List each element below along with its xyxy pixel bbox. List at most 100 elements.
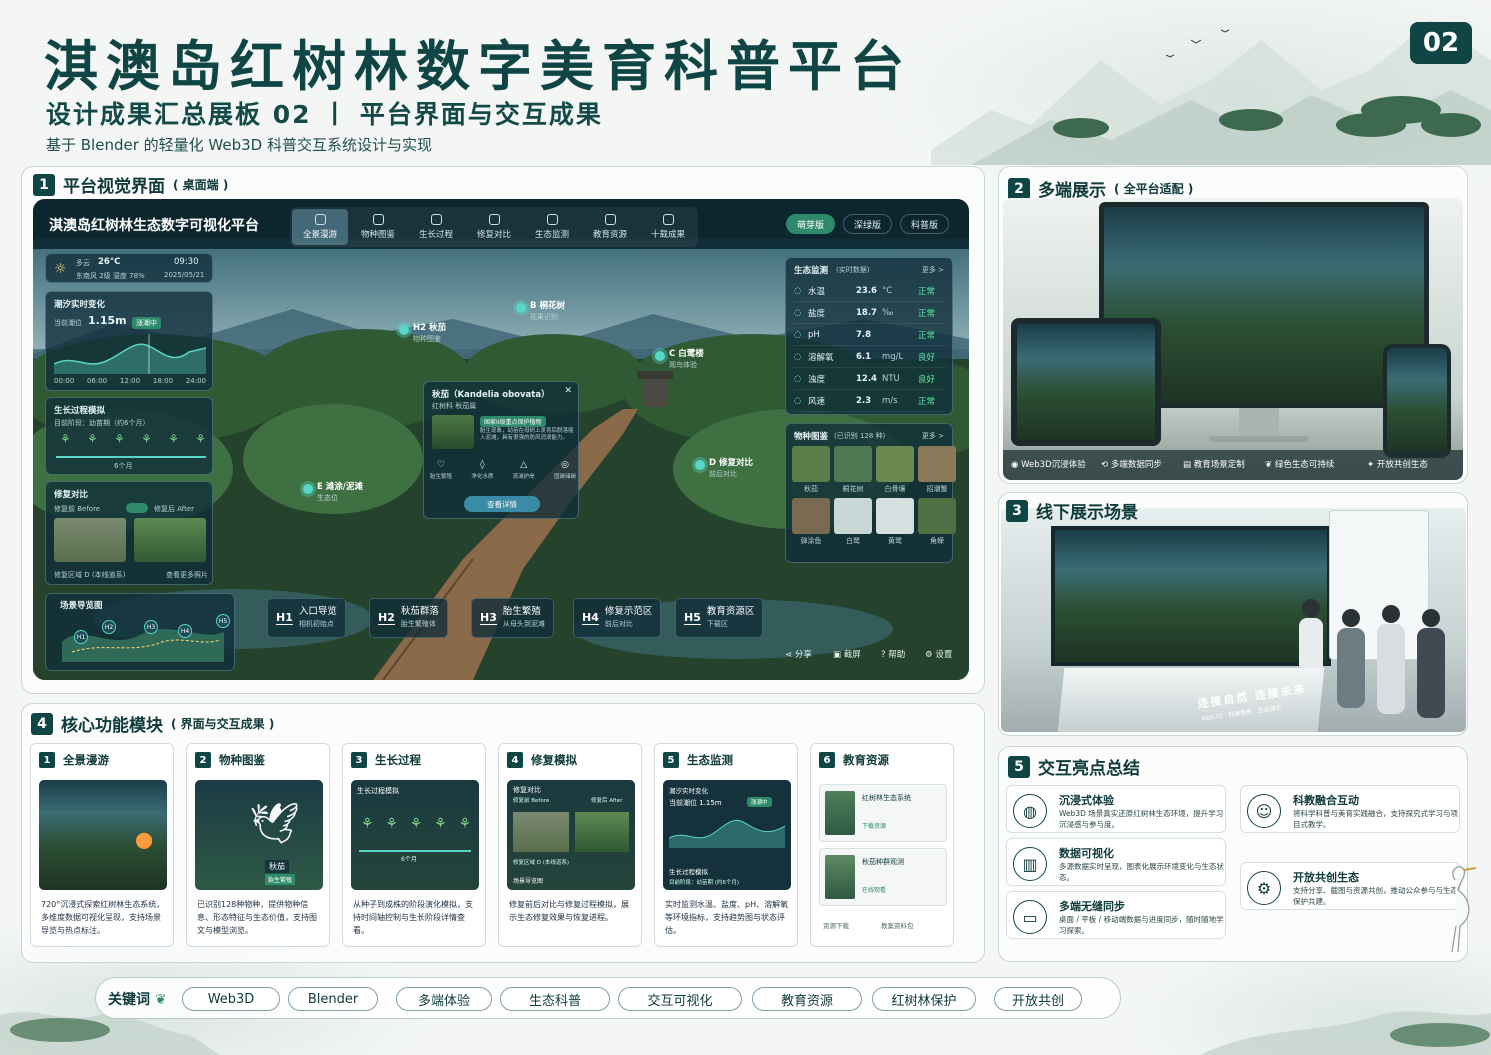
- species-thumb[interactable]: 角蝾: [918, 498, 956, 546]
- highlight-dataviz: ▥ 数据可视化 多源数据实时呈现，图表化展示环境变化与生态状态。: [1006, 838, 1226, 886]
- module-card-panorama[interactable]: 1 全景漫游 ⬤ 720°沉浸式探索红树林生态系统，多维度数据可视化呈现，支持场景…: [30, 743, 174, 947]
- keyword-multi-device[interactable]: 多端体验: [396, 987, 492, 1011]
- keyword-edu-resources[interactable]: 教育资源: [752, 987, 862, 1011]
- restore-more-button[interactable]: 查看更多照片: [166, 570, 208, 580]
- share-icon: ⋖: [785, 650, 795, 660]
- nav-species[interactable]: 物种图鉴: [350, 209, 406, 245]
- species-detail-button[interactable]: 查看详情: [464, 496, 540, 512]
- main-nav: 全景漫游 物种图鉴 生长过程 修复对比 生态监测 教育资源 十载成果: [290, 207, 698, 247]
- nav-achievements[interactable]: 十载成果: [640, 209, 696, 245]
- edu-item-2: 秋茄种群观测: [862, 858, 904, 866]
- hnav-h4[interactable]: H4 修复示范区 前后对比: [573, 598, 662, 638]
- hnav-h1[interactable]: H1 入口导览 相机初始点: [267, 598, 346, 638]
- share-button[interactable]: ⋖ 分享: [785, 648, 812, 660]
- highlight-science-edu: ☺ 科教融合互动 将科学科普与美育实践融合，支持探究式学习与项目式教学。: [1240, 785, 1460, 833]
- tide-title: 潮汐实时变化: [54, 300, 106, 310]
- hotspot-e[interactable]: E 滩涂/泥滩 生态位: [303, 482, 363, 504]
- monitor-rows: ◌ 水温 23.6 °C 正常 ◌ 盐度 18.7 ‰ 正常 ◌ pH 7.8 正常 ◌ 溶解氧 6.1 mg/L…: [794, 280, 946, 412]
- species-thumb[interactable]: 白鹭: [834, 498, 872, 546]
- gear-icon: ⚙: [1247, 871, 1281, 905]
- module-species-name: 秋茄: [265, 860, 289, 873]
- hotspot-c[interactable]: C 白鹭楼 观鸟体验: [655, 349, 704, 371]
- phone-device: [1383, 344, 1451, 458]
- monitor-row: ◌ 风速 2.3 m/s 正常: [794, 390, 946, 412]
- keyword-interactive-viz[interactable]: 交互可视化: [618, 987, 742, 1011]
- monitor-more-link[interactable]: 更多 >: [922, 265, 944, 275]
- species-more-link[interactable]: 更多 >: [922, 431, 944, 441]
- restore-after-label: 修复后 After: [154, 505, 195, 513]
- map-point-h4[interactable]: H4: [178, 624, 192, 638]
- map-point-h3[interactable]: H3: [144, 620, 158, 634]
- keyword-eco-science[interactable]: 生态科普: [500, 987, 610, 1011]
- tablet-device: [1011, 318, 1161, 446]
- nav-growth[interactable]: 生长过程: [408, 209, 464, 245]
- keyword-blender[interactable]: Blender: [288, 987, 378, 1011]
- module-restore-area: 修复区域 D (本线道系): [513, 860, 570, 866]
- hotspot-b[interactable]: B 桐花树 花果识别: [516, 301, 565, 323]
- settings-button[interactable]: ⚙ 设置: [925, 648, 952, 660]
- edu-download-1[interactable]: 下载资源: [862, 821, 886, 830]
- bar-chart-icon: ▥: [1013, 847, 1047, 881]
- leaf-icon: ❦: [1265, 460, 1275, 470]
- hnav-h5[interactable]: H5 教育资源区 下载区: [675, 598, 764, 638]
- feature-web3d: ◉ Web3D沉浸体验: [1011, 460, 1086, 470]
- growth-timeline[interactable]: [56, 456, 206, 458]
- species-thumb[interactable]: 弹涂鱼: [792, 498, 830, 546]
- module-card-growth[interactable]: 3 生长过程 生长过程模拟 ⚘ ⚘ ⚘ ⚘ ⚘ 6个月 从种子到成株的阶段演化模拟，支持时…: [342, 743, 486, 947]
- mode-science[interactable]: 科普版: [899, 214, 949, 234]
- egret-illustration: [1451, 866, 1477, 953]
- species-photo: [918, 446, 956, 482]
- map-point-h2[interactable]: H2: [102, 620, 116, 634]
- screenshot-button[interactable]: ▣ 截屏: [833, 648, 861, 660]
- edu-bottom-1[interactable]: 资源下载: [823, 920, 849, 930]
- nav-panorama[interactable]: 全景漫游: [292, 209, 348, 245]
- edu-watch-2[interactable]: 在线观看: [862, 885, 886, 894]
- section-number: 1: [33, 173, 55, 196]
- module-card-species[interactable]: 2 物种图鉴 🕊 秋茄 胎生繁殖 已识别128种物种，提供物种信息、形态特征与生态…: [186, 743, 330, 947]
- edu-resource-1[interactable]: 红树林生态系统 下载资源: [819, 784, 947, 842]
- module-card-education[interactable]: 6 教育资源 红树林生态系统 下载资源 秋茄种群观测 在线观看 资源下载 教案资料…: [810, 743, 954, 947]
- species-thumb[interactable]: 黄鹭: [876, 498, 914, 546]
- help-button[interactable]: ? 帮助: [881, 648, 905, 660]
- hotspot-h2[interactable]: H2 秋茄 物种图鉴: [399, 323, 446, 345]
- species-thumb[interactable]: 桐花树: [834, 446, 872, 494]
- close-icon[interactable]: ✕: [564, 386, 572, 396]
- keyword-web3d[interactable]: Web3D: [182, 987, 280, 1011]
- module-species-preview: 🕊 秋茄 胎生繁殖: [195, 780, 323, 890]
- species-thumb[interactable]: 招潮蟹: [918, 446, 956, 494]
- nav-monitor[interactable]: 生态监测: [524, 209, 580, 245]
- growth-stage: 目前阶段：幼苗期（约6个月）: [54, 419, 150, 427]
- map-point-h1[interactable]: H1: [74, 630, 88, 644]
- module-card-monitor[interactable]: 5 生态监测 潮汐实时变化 当前潮位 1.15m 涨潮中 生长过程模拟 目前阶段：…: [654, 743, 798, 947]
- module-growth-month: 6个月: [401, 856, 417, 863]
- module-card-restore[interactable]: 4 修复模拟 修复对比 修复前 Before 修复后 After 修复区域 D (…: [498, 743, 642, 947]
- multi-device-photo: ◉ Web3D沉浸体验 ⟲ 多端数据同步 ▤ 教育场景定制 ❦ 绿色生态可持续 …: [1003, 198, 1463, 480]
- keyword-open-cocreate[interactable]: 开放共创: [994, 987, 1082, 1011]
- species-panel: 物种图鉴 (已识别 128 种) 更多 > 秋茄 桐花树 白骨壤 招潮蟹 弹涂鱼 白鹭 黄鹭…: [785, 423, 956, 563]
- restore-panel: 修复对比 修复前 Before 修复后 After 修复区域 D (本线道系) …: [45, 481, 213, 585]
- sensor-icon: ◌: [794, 373, 802, 384]
- keyword-label: 关键词 ❦: [108, 992, 167, 1008]
- edu-resource-2[interactable]: 秋茄种群观测 在线观看: [819, 848, 947, 906]
- species-grid: 秋茄 桐花树 白骨壤 招潮蟹弹涂鱼 白鹭 黄鹭 角蝾: [792, 446, 956, 546]
- nav-restore[interactable]: 修复对比: [466, 209, 522, 245]
- map-point-h5[interactable]: H5: [216, 614, 230, 628]
- species-thumb[interactable]: 白骨壤: [876, 446, 914, 494]
- hnav-h2[interactable]: H2 秋茄群落 胎生繁殖体: [369, 598, 448, 638]
- mode-sprout[interactable]: 萌芽版: [785, 214, 835, 234]
- weather-place: 多云: [76, 259, 90, 267]
- after-image: [134, 518, 206, 562]
- hotspot-d[interactable]: D 修复对比 前后对比: [695, 458, 753, 480]
- section-4-title: 4 核心功能模块 ( 界面与交互成果 ): [31, 711, 274, 736]
- mode-deep-green[interactable]: 深绿版: [842, 214, 892, 234]
- restore-title: 修复对比: [54, 490, 89, 500]
- species-thumb[interactable]: 秋茄: [792, 446, 830, 494]
- compare-toggle[interactable]: [126, 503, 148, 513]
- feature-green: ❦ 绿色生态可持续: [1265, 460, 1335, 470]
- before-image: [54, 518, 126, 562]
- edu-bottom-2[interactable]: 教案资料包: [881, 920, 914, 930]
- hnav-h3[interactable]: H3 胎生繁殖 从母头到泥滩: [471, 598, 554, 638]
- nav-education[interactable]: 教育资源: [582, 209, 638, 245]
- keyword-mangrove-protect[interactable]: 红树林保护: [872, 987, 976, 1011]
- exhibition-photo: 连接自然 连接未来 Web3D · 科普教育 · 生态保护: [1001, 508, 1466, 732]
